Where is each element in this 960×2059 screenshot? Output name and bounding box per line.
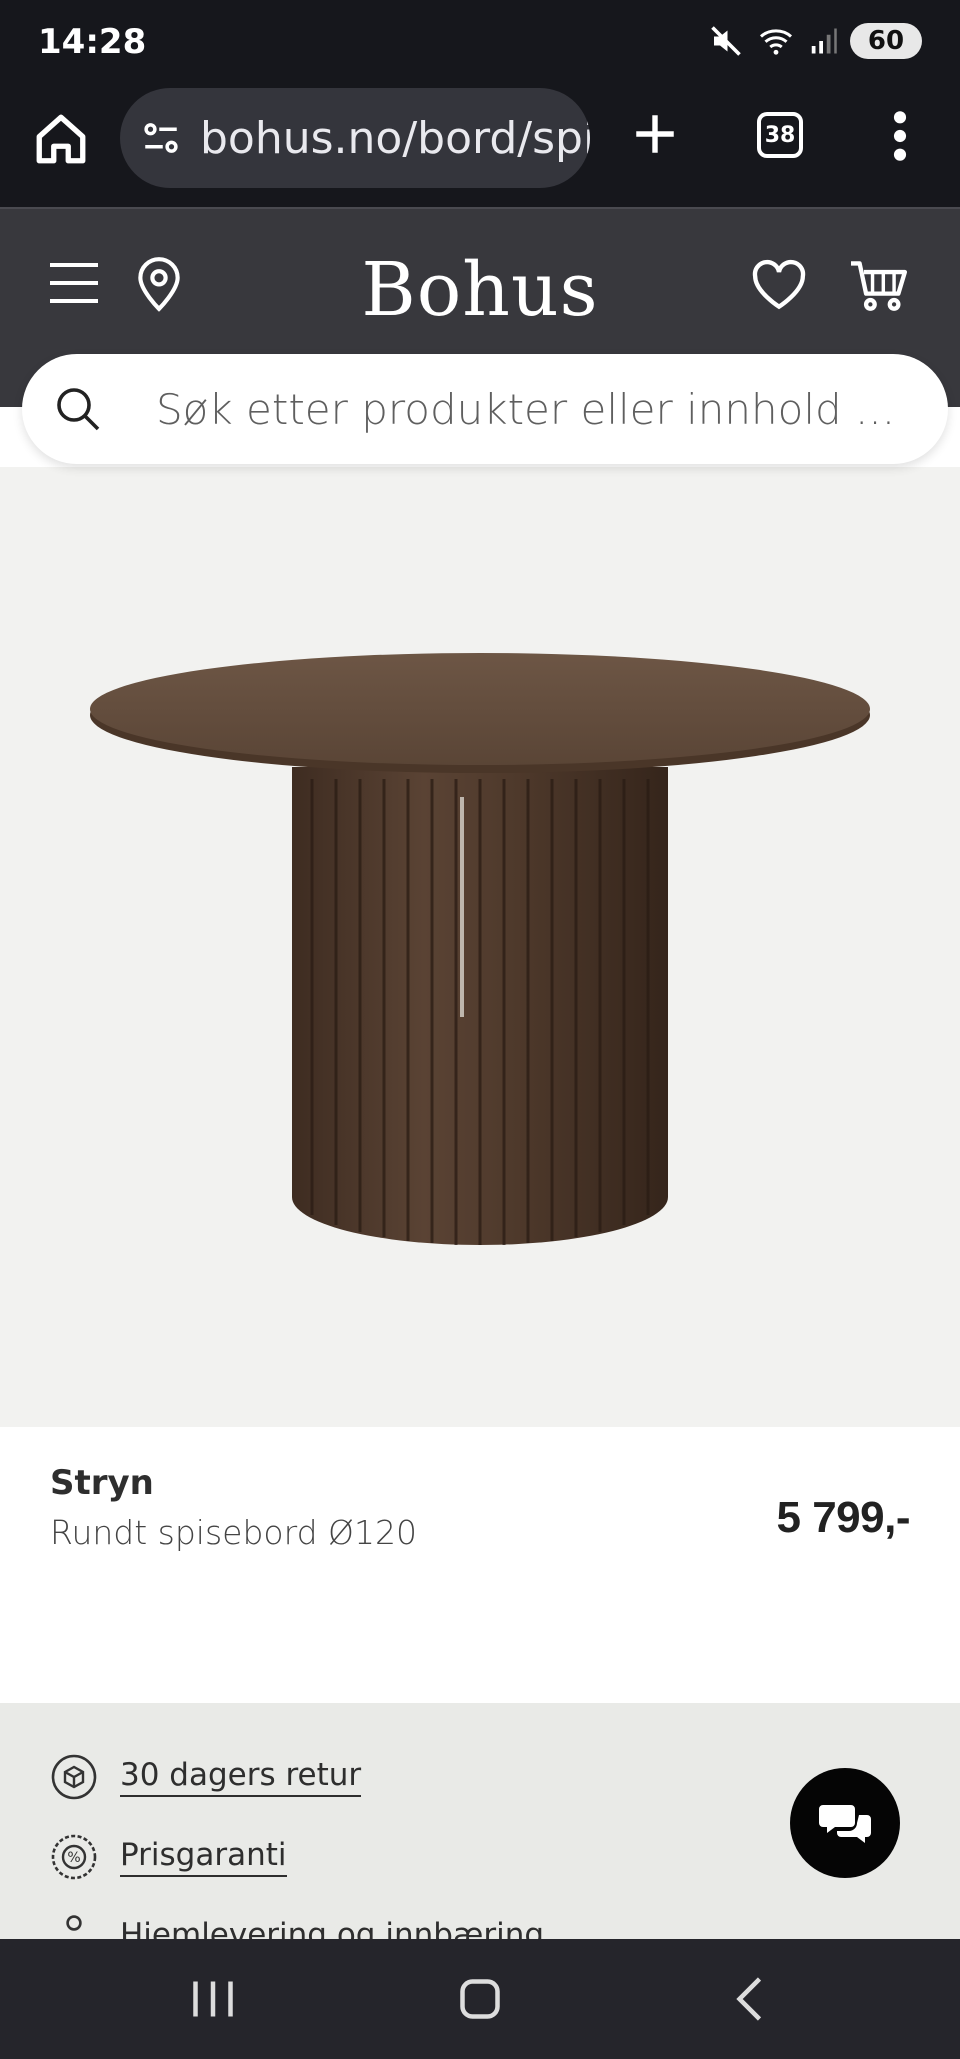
chat-bubbles-icon <box>819 1805 871 1843</box>
benefit-link[interactable]: 30 dagers retur <box>120 1757 362 1797</box>
back-icon[interactable] <box>722 1969 782 2029</box>
tab-switcher-button[interactable]: 38 <box>757 112 803 158</box>
benefit-item[interactable]: Hjemlevering og innbæring <box>50 1913 544 1939</box>
url-text: bohus.no/bord/spis <box>200 112 590 164</box>
chat-button[interactable] <box>790 1768 900 1878</box>
wifi-icon <box>759 29 793 55</box>
address-bar[interactable]: bohus.no/bord/spis <box>120 88 590 188</box>
home-icon[interactable] <box>32 110 90 168</box>
benefit-link[interactable]: Prisgaranti <box>120 1837 287 1877</box>
status-time: 14:28 <box>38 22 147 62</box>
benefit-link[interactable]: Hjemlevering og innbæring <box>120 1917 544 1939</box>
mute-icon <box>711 26 741 56</box>
home-nav-icon[interactable] <box>450 1969 510 2029</box>
site-settings-icon[interactable] <box>140 117 182 159</box>
product-price: 5 799,- <box>776 1493 911 1542</box>
benefit-item[interactable]: % Prisgaranti <box>50 1833 287 1881</box>
product-image[interactable] <box>0 467 960 1427</box>
status-icons: 60 <box>708 20 922 62</box>
battery-level: 60 <box>867 26 905 56</box>
new-tab-icon[interactable] <box>630 109 680 159</box>
system-navigation-bar <box>0 1939 960 2059</box>
cart-icon[interactable] <box>848 257 910 313</box>
tab-count: 38 <box>764 122 796 148</box>
browser-toolbar: bohus.no/bord/spis 38 <box>0 82 960 207</box>
product-info: Stryn Rundt spisebord Ø120 5 799,- <box>0 1427 960 1703</box>
search-bar[interactable] <box>22 354 948 464</box>
search-icon[interactable] <box>54 385 102 433</box>
product-description: Rundt spisebord Ø120 <box>50 1513 417 1552</box>
benefit-item[interactable]: 30 dagers retur <box>50 1753 362 1801</box>
recent-apps-icon[interactable] <box>183 1969 243 2029</box>
return-box-icon <box>51 1754 97 1800</box>
delivery-person-icon <box>66 1915 82 1931</box>
product-name[interactable]: Stryn <box>50 1463 154 1503</box>
wishlist-heart-icon[interactable] <box>750 259 808 311</box>
signal-icon <box>811 28 837 54</box>
battery-indicator: 60 <box>850 23 922 59</box>
search-input[interactable] <box>156 384 916 434</box>
status-bar: 14:28 60 <box>0 0 960 82</box>
more-options-icon[interactable] <box>880 108 920 164</box>
price-guarantee-icon: % <box>51 1834 97 1880</box>
round-dining-table-image <box>90 653 870 1245</box>
bohus-logo[interactable]: Bohus <box>0 247 960 333</box>
svg-text:%: % <box>67 1850 80 1866</box>
